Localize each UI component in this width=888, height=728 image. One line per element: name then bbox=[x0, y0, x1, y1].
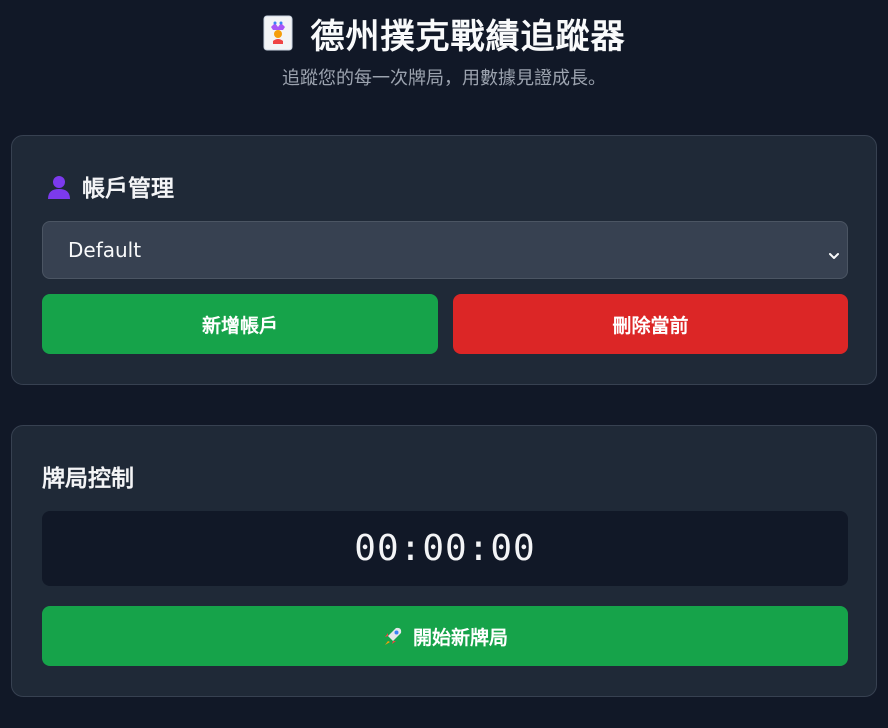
joker-card-icon bbox=[263, 15, 293, 51]
page-title: 德州撲克戰績追蹤器 bbox=[310, 16, 626, 57]
start-session-button[interactable]: 開始新牌局 bbox=[42, 606, 848, 666]
add-account-label: 新增帳戶 bbox=[201, 314, 278, 337]
app-root: 德州撲克戰績追蹤器 追蹤您的每一次牌局，用數據見證成長。 帳戶管理 Defaul… bbox=[0, 0, 888, 728]
page-header: 德州撲克戰績追蹤器 追蹤您的每一次牌局，用數據見證成長。 bbox=[0, 0, 888, 90]
session-timer: 00:00:00 bbox=[42, 511, 848, 586]
session-heading: 牌局控制 bbox=[42, 466, 134, 492]
add-account-button[interactable]: 新增帳戶 bbox=[42, 294, 438, 354]
chevron-down-icon bbox=[827, 244, 841, 259]
start-session-label: 開始新牌局 bbox=[412, 626, 508, 649]
account-heading: 帳戶管理 bbox=[46, 169, 174, 203]
page-subtitle: 追蹤您的每一次牌局，用數據見證成長。 bbox=[282, 68, 606, 89]
rocket-icon bbox=[382, 625, 404, 647]
title-row: 德州撲克戰績追蹤器 bbox=[0, 8, 888, 58]
account-select[interactable]: Default bbox=[42, 221, 848, 279]
delete-account-button[interactable]: 刪除當前 bbox=[453, 294, 848, 354]
delete-account-label: 刪除當前 bbox=[612, 314, 689, 337]
account-card: 帳戶管理 Default 新增帳戶 刪除當前 bbox=[11, 135, 877, 385]
session-card: 牌局控制 00:00:00 開始新牌局 bbox=[11, 425, 877, 697]
user-silhouette-icon bbox=[46, 173, 72, 199]
account-select-value: Default bbox=[68, 238, 142, 262]
account-heading-label: 帳戶管理 bbox=[82, 176, 174, 202]
